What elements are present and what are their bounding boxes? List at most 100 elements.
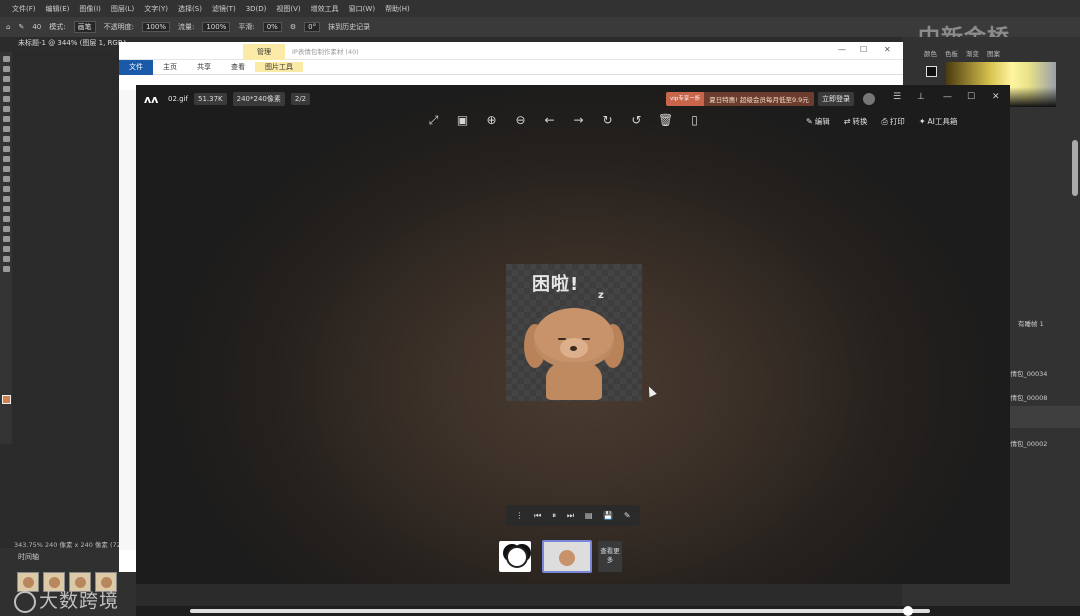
layer-item-selected[interactable]	[1004, 406, 1080, 428]
eyedropper-icon[interactable]	[2, 116, 10, 122]
stamp-tool-icon[interactable]	[2, 146, 10, 152]
path-select-icon[interactable]	[2, 226, 10, 232]
frame-list-icon[interactable]: ⋮	[515, 511, 523, 520]
menu-plugins[interactable]: 增效工具	[311, 4, 339, 14]
menu-image[interactable]: 图像(I)	[79, 4, 101, 14]
eraser-icon[interactable]: ✎	[18, 23, 24, 31]
menu-edit[interactable]: 编辑(E)	[46, 4, 70, 14]
layer-item[interactable]: 有睡帧 1	[1018, 318, 1044, 328]
magic-wand-icon[interactable]	[2, 86, 10, 92]
brush-tool-icon[interactable]	[2, 136, 10, 142]
displayed-image[interactable]: 困啦! z	[506, 264, 642, 401]
opacity-input[interactable]: 100%	[141, 22, 170, 32]
minimize-icon[interactable]: —	[838, 45, 846, 54]
menu-file[interactable]: 文件(F)	[12, 4, 36, 14]
edit-button[interactable]: ✎ 编辑	[806, 116, 830, 127]
frames-icon[interactable]: ▤	[585, 511, 593, 520]
eraser-tool-icon[interactable]	[2, 166, 10, 172]
tab-pattern[interactable]: 图案	[987, 48, 1000, 58]
home-icon[interactable]: ⌂	[6, 23, 10, 31]
maximize-icon[interactable]: ☐	[860, 45, 867, 54]
rotate-right-icon[interactable]: ↻	[600, 113, 615, 128]
hand-tool-icon[interactable]	[2, 246, 10, 252]
thumbnail-panda[interactable]	[499, 541, 531, 572]
delete-icon[interactable]: 🗑	[658, 113, 673, 128]
ai-toolbox-button[interactable]: ✦ AI工具箱	[919, 116, 958, 127]
tab-gradient[interactable]: 渐变	[966, 48, 979, 58]
menu-window[interactable]: 窗口(W)	[349, 4, 375, 14]
brush-size[interactable]: 40	[32, 23, 41, 31]
layer-item[interactable]: 表情包_00034	[1004, 368, 1047, 378]
flow-input[interactable]: 100%	[202, 22, 231, 32]
pen-tool-icon[interactable]	[2, 206, 10, 212]
mode-select[interactable]: 画笔	[73, 21, 96, 33]
next-frame-icon[interactable]: ⏭	[567, 511, 574, 521]
shape-tool-icon[interactable]	[2, 236, 10, 242]
zoom-out-icon[interactable]: ⊖	[513, 113, 528, 128]
gear-icon[interactable]: ⚙	[290, 23, 296, 31]
smooth-input[interactable]: 0%	[262, 22, 282, 32]
explorer-manage-tab[interactable]: 管理	[243, 44, 285, 60]
ribbon-tab-view[interactable]: 查看	[221, 62, 255, 72]
tab-swatches[interactable]: 色板	[945, 48, 958, 58]
history-checkbox[interactable]: 抹到历史记录	[328, 22, 370, 32]
ribbon-tab-home[interactable]: 主页	[153, 62, 187, 72]
menu-3d[interactable]: 3D(D)	[246, 5, 267, 13]
healing-icon[interactable]	[2, 126, 10, 132]
rotate-left-icon[interactable]: ↺	[629, 113, 644, 128]
move-tool-icon[interactable]	[2, 56, 10, 62]
menu-icon[interactable]: ☰	[893, 92, 901, 102]
ribbon-tab-share[interactable]: 共享	[187, 62, 221, 72]
view-more-button[interactable]: 查看更多	[598, 541, 622, 572]
arrow-right-icon[interactable]: →	[571, 113, 586, 128]
zoom-in-icon[interactable]: ⊕	[484, 113, 499, 128]
layer-item[interactable]: 表情包_00002	[1004, 438, 1047, 448]
marquee-tool-icon[interactable]	[2, 66, 10, 72]
dodge-tool-icon[interactable]	[2, 196, 10, 202]
menu-help[interactable]: 帮助(H)	[385, 4, 410, 14]
panel-scrollbar[interactable]	[1072, 140, 1078, 196]
ribbon-tab-picture-tools[interactable]: 图片工具	[255, 62, 303, 72]
menu-view[interactable]: 视图(V)	[276, 4, 300, 14]
arrow-left-icon[interactable]: ←	[542, 113, 557, 128]
gradient-tool-icon[interactable]	[2, 176, 10, 182]
maximize-icon[interactable]: ☐	[967, 92, 975, 102]
video-progress-knob[interactable]	[903, 606, 913, 616]
tab-color[interactable]: 颜色	[924, 48, 937, 58]
save-icon[interactable]: 💾	[603, 511, 613, 520]
ribbon-tab-file[interactable]: 文件	[119, 59, 153, 75]
previous-frame-icon[interactable]: ⏮	[534, 511, 541, 521]
lasso-tool-icon[interactable]	[2, 76, 10, 82]
layer-item[interactable]: 表情包_00008	[1004, 392, 1047, 402]
convert-button[interactable]: ⇄ 转换	[844, 116, 868, 127]
avatar[interactable]	[863, 93, 875, 105]
type-tool-icon[interactable]	[2, 216, 10, 222]
pause-icon[interactable]: ⏸	[552, 511, 556, 521]
frame-tool-icon[interactable]	[2, 106, 10, 112]
fullscreen-icon[interactable]: ⤢	[426, 113, 441, 128]
crop-tool-icon[interactable]	[2, 96, 10, 102]
menu-select[interactable]: 选择(S)	[178, 4, 202, 14]
promo-banner[interactable]: vip专享一折 夏日特惠! 超级会员每月低至9.9元	[666, 92, 814, 106]
zoom-tool-icon[interactable]	[2, 256, 10, 262]
history-brush-icon[interactable]	[2, 156, 10, 162]
video-progress-bar[interactable]	[190, 609, 930, 613]
pin-icon[interactable]: ⊥	[917, 92, 925, 102]
document-tab[interactable]: 未标题-1 @ 344% (图层 1, RGB/8...	[18, 38, 126, 52]
menu-layer[interactable]: 图层(L)	[111, 4, 134, 14]
thumbnail-dog-selected[interactable]	[542, 540, 592, 573]
edit-icon[interactable]: ✎	[624, 511, 631, 520]
minimize-icon[interactable]: —	[943, 92, 952, 102]
menu-type[interactable]: 文字(Y)	[144, 4, 168, 14]
angle-input[interactable]: 0°	[304, 22, 321, 32]
color-swatch[interactable]	[926, 66, 937, 77]
close-icon[interactable]: ✕	[884, 45, 891, 54]
login-button[interactable]: 立即登录	[818, 92, 854, 106]
close-icon[interactable]: ✕	[992, 92, 1000, 102]
mouse-icon[interactable]: ▯	[687, 113, 702, 128]
fit-window-icon[interactable]: ▣	[455, 113, 470, 128]
more-tools-icon[interactable]	[2, 266, 10, 272]
print-button[interactable]: ⎙ 打印	[881, 116, 904, 127]
menu-filter[interactable]: 滤镜(T)	[212, 4, 236, 14]
blur-tool-icon[interactable]	[2, 186, 10, 192]
